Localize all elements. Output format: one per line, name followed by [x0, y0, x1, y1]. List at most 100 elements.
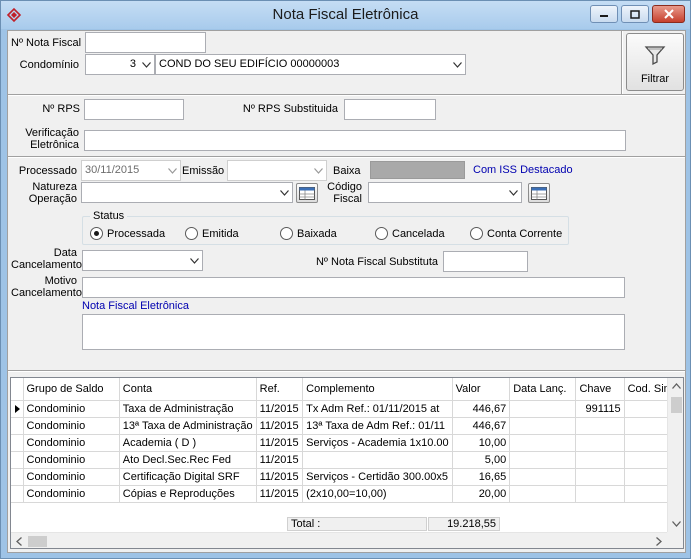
column-header-complemento[interactable]: Complemento: [302, 378, 453, 401]
verificacao-input[interactable]: [84, 130, 626, 151]
horizontal-scroll-thumb[interactable]: [28, 536, 47, 547]
cell-grupo[interactable]: Condominio: [23, 400, 120, 418]
close-button[interactable]: [652, 5, 685, 23]
cell-complemento[interactable]: Serviços - Certidão 300.00x5: [302, 468, 453, 486]
cell-conta[interactable]: Taxa de Administração: [119, 400, 257, 418]
processado-date-picker[interactable]: 30/11/2015: [81, 160, 181, 181]
section-divider-2: [8, 156, 685, 158]
cell-conta[interactable]: Academia ( D ): [119, 434, 257, 452]
cell-grupo[interactable]: Condominio: [23, 451, 120, 469]
nota-fiscal-input[interactable]: [85, 32, 206, 53]
status-radio-emitida[interactable]: Emitida: [185, 227, 239, 240]
cell-complemento[interactable]: 13ª Taxa de Adm Ref.: 01/11: [302, 417, 453, 435]
natureza-label-line1: Natureza: [32, 181, 77, 193]
cell-grupo[interactable]: Condominio: [23, 485, 120, 503]
scroll-down-icon[interactable]: [672, 521, 681, 527]
cell-conta[interactable]: Ato Decl.Sec.Rec Fed: [119, 451, 257, 469]
radio-circle: [280, 227, 293, 240]
codigo-label-line2: Fiscal: [333, 193, 362, 205]
nf-substituta-input[interactable]: [443, 251, 528, 272]
scroll-right-icon[interactable]: [656, 537, 662, 546]
table-row[interactable]: Condominio Taxa de Administração 11/2015…: [11, 400, 683, 418]
rps-substituida-input[interactable]: [344, 99, 436, 120]
column-header-ref[interactable]: Ref.: [256, 378, 304, 401]
cell-ref[interactable]: 11/2015: [256, 468, 304, 486]
data-cancelamento-picker[interactable]: [82, 250, 203, 271]
cell-valor[interactable]: 16,65: [452, 468, 511, 486]
status-option-label: Emitida: [202, 227, 239, 240]
codigo-lookup-button[interactable]: [528, 183, 550, 203]
cell-chave[interactable]: [575, 417, 625, 435]
scroll-up-icon[interactable]: [672, 383, 681, 389]
cell-data-lanc[interactable]: [509, 451, 577, 469]
data-cancelamento-label: Data Cancelamento: [11, 247, 82, 271]
nfe-textarea[interactable]: [82, 314, 625, 350]
lancamentos-grid[interactable]: Grupo de Saldo Conta Ref. Complemento Va…: [10, 377, 684, 549]
cell-valor[interactable]: 20,00: [452, 485, 511, 503]
table-row[interactable]: Condominio Certificação Digital SRF 11/2…: [11, 468, 683, 486]
cell-chave[interactable]: [575, 485, 625, 503]
cell-ref[interactable]: 11/2015: [256, 417, 304, 435]
cell-ref[interactable]: 11/2015: [256, 451, 304, 469]
cell-ref[interactable]: 11/2015: [256, 400, 304, 418]
cell-grupo[interactable]: Condominio: [23, 434, 120, 452]
cell-data-lanc[interactable]: [509, 468, 577, 486]
cell-complemento[interactable]: Serviços - Academia 1x10.00: [302, 434, 453, 452]
cell-grupo[interactable]: Condominio: [23, 417, 120, 435]
codigo-fiscal-select[interactable]: [368, 182, 522, 203]
title-bar[interactable]: Nota Fiscal Eletrônica: [1, 1, 690, 29]
condominio-name-select[interactable]: COND DO SEU EDIFÍCIO 00000003: [155, 54, 466, 75]
cell-complemento[interactable]: [302, 451, 453, 469]
lancamentos-table: Grupo de Saldo Conta Ref. Complemento Va…: [11, 378, 683, 503]
table-row[interactable]: Condominio Ato Decl.Sec.Rec Fed 11/2015 …: [11, 451, 683, 469]
horizontal-scrollbar[interactable]: [11, 532, 667, 548]
vertical-scroll-thumb[interactable]: [671, 397, 682, 413]
emissao-date-picker[interactable]: [227, 160, 327, 181]
cell-grupo[interactable]: Condominio: [23, 468, 120, 486]
cell-data-lanc[interactable]: [509, 485, 577, 503]
rps-input[interactable]: [84, 99, 184, 120]
condominio-code-select[interactable]: 3: [85, 54, 155, 75]
column-header-chave[interactable]: Chave: [575, 378, 625, 401]
column-header-conta[interactable]: Conta: [119, 378, 257, 401]
column-header-valor[interactable]: Valor: [452, 378, 511, 401]
vertical-scrollbar[interactable]: [667, 378, 683, 532]
status-radio-processada[interactable]: Processada: [90, 227, 165, 240]
cell-valor[interactable]: 10,00: [452, 434, 511, 452]
maximize-button[interactable]: [621, 5, 649, 23]
cell-data-lanc[interactable]: [509, 417, 577, 435]
minimize-button[interactable]: [590, 5, 618, 23]
status-radio-cancelada[interactable]: Cancelada: [375, 227, 445, 240]
status-radio-conta-corrente[interactable]: Conta Corrente: [470, 227, 562, 240]
cell-valor[interactable]: 446,67: [452, 417, 511, 435]
column-header-data-lanc[interactable]: Data Lanç.: [509, 378, 577, 401]
cell-chave[interactable]: 991115: [575, 400, 625, 418]
column-header-grupo[interactable]: Grupo de Saldo: [23, 378, 120, 401]
cell-chave[interactable]: [575, 451, 625, 469]
cell-chave[interactable]: [575, 434, 625, 452]
cell-conta[interactable]: Certificação Digital SRF: [119, 468, 257, 486]
cell-ref[interactable]: 11/2015: [256, 485, 304, 503]
motivo-cancelamento-input[interactable]: [82, 277, 625, 298]
table-row[interactable]: Condominio Academia ( D ) 11/2015 Serviç…: [11, 434, 683, 452]
table-row[interactable]: Condominio Cópias e Reproduções 11/2015 …: [11, 485, 683, 503]
cell-conta[interactable]: Cópias e Reproduções: [119, 485, 257, 503]
scroll-left-icon[interactable]: [16, 537, 22, 546]
status-radio-baixada[interactable]: Baixada: [280, 227, 337, 240]
cell-valor[interactable]: 446,67: [452, 400, 511, 418]
cell-complemento[interactable]: (2x10,00=10,00): [302, 485, 453, 503]
table-row[interactable]: Condominio 13ª Taxa de Administração 11/…: [11, 417, 683, 435]
cell-valor[interactable]: 5,00: [452, 451, 511, 469]
natureza-operacao-select[interactable]: [81, 182, 293, 203]
cell-data-lanc[interactable]: [509, 400, 577, 418]
cell-complemento[interactable]: Tx Adm Ref.: 01/11/2015 at: [302, 400, 453, 418]
cell-chave[interactable]: [575, 468, 625, 486]
row-indicator-header: [11, 378, 24, 401]
filter-button[interactable]: Filtrar: [626, 33, 684, 91]
scrollbar-corner: [667, 532, 683, 548]
cell-conta[interactable]: 13ª Taxa de Administração: [119, 417, 257, 435]
cell-ref[interactable]: 11/2015: [256, 434, 304, 452]
chevron-down-icon: [280, 190, 289, 196]
status-group-title: Status: [90, 210, 128, 222]
cell-data-lanc[interactable]: [509, 434, 577, 452]
